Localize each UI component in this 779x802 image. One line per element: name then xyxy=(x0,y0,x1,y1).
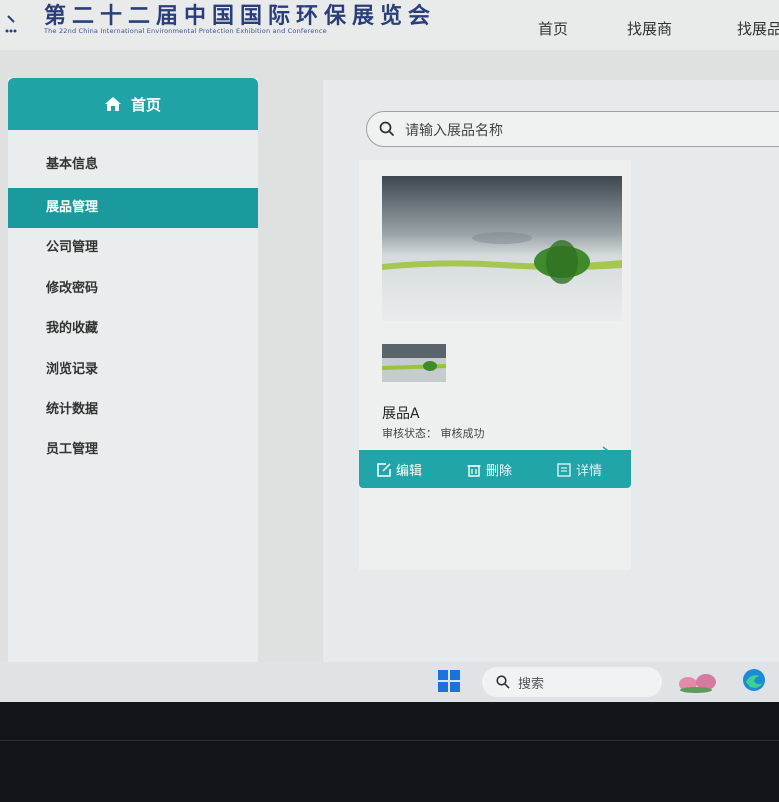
sidebar-item-exhibit-management[interactable]: 展品管理 xyxy=(8,188,258,228)
sidebar-item-change-password[interactable]: 修改密码 xyxy=(8,269,258,309)
detail-button-label: 详情 xyxy=(576,464,603,479)
edge-browser-icon[interactable] xyxy=(742,668,766,692)
sidebar: 首页 基本信息 展品管理 公司管理 修改密码 我的收藏 浏览记录 统计数据 员工… xyxy=(8,78,258,662)
sidebar-home[interactable]: 首页 xyxy=(8,78,258,130)
delete-button-label: 删除 xyxy=(486,464,513,479)
exhibition-title: 第二十二届中国国际环保展览会 xyxy=(44,3,437,29)
nav-home[interactable]: 首页 xyxy=(538,18,568,39)
home-icon xyxy=(104,97,121,111)
nav-find-exhibits[interactable]: 找展品 xyxy=(737,18,779,39)
delete-button[interactable]: 删除 xyxy=(467,460,512,479)
widgets-flower-icon[interactable] xyxy=(676,670,722,694)
taskbar-search-label: 搜索 xyxy=(518,677,545,692)
edit-icon xyxy=(377,462,391,477)
review-status-value: 审核成功 xyxy=(440,427,485,440)
bezel-divider xyxy=(0,740,779,741)
sidebar-item-statistics[interactable]: 统计数据 xyxy=(8,390,258,430)
exhibition-subtitle: The 22nd China International Environment… xyxy=(44,27,327,35)
exhibit-search-input[interactable]: 请输入展品名称 xyxy=(366,111,779,147)
review-status-label: 审核状态： xyxy=(382,427,437,440)
sidebar-item-my-favorites[interactable]: 我的收藏 xyxy=(8,309,258,349)
main-content: 请输入展品名称 展品A 审核状态： 审核成功 编辑 删除 详情 xyxy=(323,80,779,662)
exhibit-main-image[interactable] xyxy=(382,176,622,321)
search-placeholder: 请输入展品名称 xyxy=(405,123,503,139)
trash-icon xyxy=(467,464,481,477)
sidebar-item-company-management[interactable]: 公司管理 xyxy=(8,228,258,268)
windows-start-icon[interactable] xyxy=(438,670,460,692)
site-header: 第二十二届中国国际环保展览会 The 22nd China Internatio… xyxy=(0,0,779,50)
exhibit-card: 展品A 审核状态： 审核成功 编辑 删除 详情 xyxy=(359,160,631,570)
laptop-bezel xyxy=(0,702,779,802)
exhibit-thumbnail[interactable] xyxy=(382,344,446,382)
edit-button[interactable]: 编辑 xyxy=(377,460,422,479)
edit-button-label: 编辑 xyxy=(396,464,423,479)
sidebar-item-basic-info[interactable]: 基本信息 xyxy=(8,145,258,185)
detail-button[interactable]: 详情 xyxy=(557,460,602,479)
os-taskbar xyxy=(0,662,779,702)
nav-find-exhibitors[interactable]: 找展商 xyxy=(627,18,672,39)
card-action-bar: 编辑 删除 详情 xyxy=(359,450,631,488)
screen: 第二十二届中国国际环保展览会 The 22nd China Internatio… xyxy=(0,0,779,662)
search-icon xyxy=(496,675,510,689)
taskbar-search[interactable]: 搜索 xyxy=(482,667,662,697)
search-icon xyxy=(379,121,395,137)
review-status: 审核状态： 审核成功 xyxy=(382,425,485,441)
document-icon xyxy=(557,462,571,477)
sidebar-home-label: 首页 xyxy=(130,95,161,114)
exhibit-name: 展品A xyxy=(382,406,420,422)
sidebar-item-browsing-history[interactable]: 浏览记录 xyxy=(8,350,258,390)
exhibition-logo-icon xyxy=(5,15,17,33)
sidebar-item-staff-management[interactable]: 员工管理 xyxy=(8,430,258,470)
